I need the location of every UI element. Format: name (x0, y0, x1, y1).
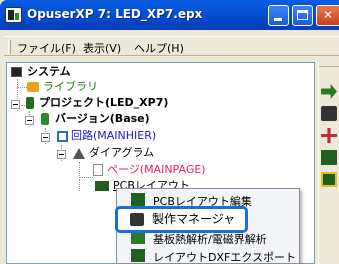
tree-node-diagram[interactable]: ダイアグラム (89, 146, 154, 160)
system-icon (11, 67, 22, 77)
tree-node-circuit[interactable]: 回路(MAINHIER) (71, 129, 156, 143)
menu-view[interactable]: 表示(V) (83, 40, 121, 56)
expander-minus-icon[interactable] (25, 116, 34, 125)
context-item-label: 製作マネージャ (152, 212, 236, 226)
close-icon: ✕ (322, 8, 334, 22)
window-title: OpuserXP 7: LED_XP7.epx (27, 7, 203, 21)
maximize-icon (297, 10, 308, 20)
menu-bar: ファイル(F) 表示(V) ヘルプ(H) (4, 36, 339, 56)
diagram-icon (73, 148, 85, 159)
menu-file[interactable]: ファイル(F) (17, 40, 76, 56)
tool-printer-icon[interactable] (321, 106, 337, 121)
tool-cross-icon[interactable] (321, 128, 337, 143)
tree-connector (79, 177, 93, 178)
tool-board-icon[interactable] (321, 150, 337, 165)
page-icon (93, 164, 103, 176)
circuit-icon (57, 131, 68, 142)
version-icon (41, 113, 49, 125)
expander-minus-icon[interactable] (41, 133, 50, 142)
tree-connector (17, 87, 27, 88)
tree-node-page[interactable]: ページ(MAINPAGE) (107, 163, 206, 177)
app-window: OpuserXP 7: LED_XP7.epx ✕ ファイル(F) 表示(V) … (0, 0, 339, 264)
project-icon (26, 97, 34, 109)
dxf-export-icon (131, 249, 145, 262)
minimize-icon (274, 18, 282, 21)
tree-node-project[interactable]: プロジェクト(LED_XP7) (39, 96, 168, 110)
menubar-grip-icon[interactable] (8, 40, 11, 54)
tool-board-export-icon[interactable] (321, 172, 337, 187)
context-item-manufacturing-manager[interactable]: 製作マネージャ (115, 206, 248, 233)
library-icon (27, 82, 39, 92)
expander-minus-icon[interactable] (57, 150, 66, 159)
tree-node-library[interactable]: ライブラリ (43, 80, 98, 94)
title-bar[interactable]: OpuserXP 7: LED_XP7.epx ✕ (0, 0, 339, 30)
toolbar-separator (319, 62, 339, 67)
pcb-edit-icon (131, 193, 145, 206)
manufacturing-manager-icon (130, 213, 144, 226)
close-button[interactable]: ✕ (316, 5, 339, 26)
menu-help[interactable]: ヘルプ(H) (134, 40, 184, 56)
context-item-dxf-export[interactable]: レイアウトDXFエクスポート (117, 247, 299, 264)
pcb-icon (95, 181, 109, 191)
tool-arrow-icon[interactable] (321, 84, 337, 99)
context-item-label: レイアウトDXFエクスポート (153, 251, 297, 264)
minimize-button[interactable] (268, 5, 289, 26)
right-toolbar (318, 62, 339, 264)
tree-node-version[interactable]: バージョン(Base) (55, 112, 150, 126)
context-item-label: 基板熱解析/電磁界解析 (153, 233, 267, 246)
tree-node-system[interactable]: システム (27, 65, 71, 79)
tree-connector (79, 179, 80, 191)
tree-connector (79, 162, 80, 178)
app-icon[interactable] (5, 7, 22, 23)
maximize-button[interactable] (292, 5, 313, 26)
expander-minus-icon[interactable] (11, 100, 20, 109)
